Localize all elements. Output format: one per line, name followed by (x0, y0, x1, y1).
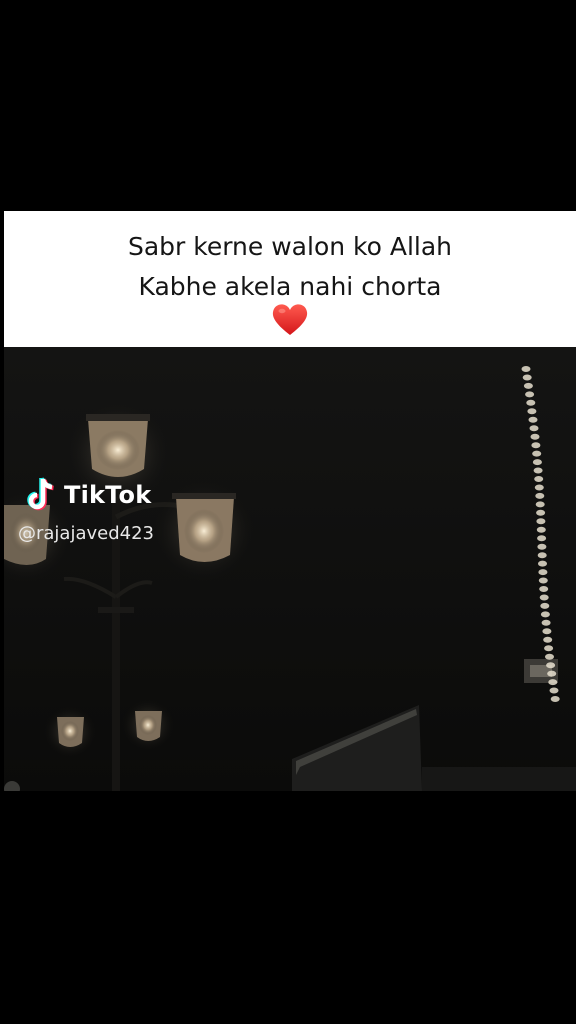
light-bulb (532, 459, 542, 466)
caption-line-1: Sabr kerne walon ko Allah (127, 232, 453, 261)
video-frame[interactable] (4, 347, 576, 791)
light-bulb (538, 577, 548, 584)
light-bulb (525, 391, 535, 398)
tiktok-watermark: TikTok @rajajaved423 (18, 475, 218, 550)
light-bulb (546, 662, 556, 669)
light-bulb (521, 366, 531, 372)
caption-line-2: Kabhe akela nahi chorta (138, 272, 442, 301)
light-bulb (530, 433, 540, 440)
light-bulb (529, 425, 539, 432)
light-bulb (544, 645, 554, 652)
light-bulb (545, 653, 554, 660)
caption-card: Sabr kerne walon ko Allah Kabhe akela na… (4, 211, 576, 347)
light-bulb (538, 560, 547, 567)
light-bulb (535, 492, 545, 499)
light-bulb (536, 509, 546, 516)
bottom-letterbox (0, 791, 576, 1024)
light-bulb (537, 543, 547, 550)
top-letterbox (0, 0, 576, 211)
tiktok-logo-icon (27, 477, 54, 511)
light-bulb (534, 484, 544, 491)
light-bulb (531, 442, 541, 449)
light-bulb (536, 518, 546, 525)
light-bulb (540, 611, 550, 618)
light-bulb (535, 501, 545, 508)
light-bulb (523, 382, 533, 389)
light-bulb (532, 450, 542, 457)
light-bulb (526, 399, 536, 406)
creator-handle: @rajajaved423 (18, 523, 155, 544)
light-bulb (547, 670, 557, 677)
light-bulb (550, 696, 560, 702)
light-bulb (540, 602, 550, 609)
light-bulb (538, 569, 548, 576)
tiktok-brand-label: TikTok (64, 481, 152, 509)
heart-icon (272, 304, 308, 335)
light-bulb (527, 408, 537, 415)
light-bulb (534, 476, 544, 482)
light-bulb (537, 552, 547, 559)
light-bulb (533, 467, 543, 474)
light-bulb (522, 374, 532, 381)
light-bulb (549, 687, 559, 694)
light-bulb (541, 619, 551, 626)
string-lights (521, 366, 560, 702)
light-bulb (536, 526, 546, 533)
light-bulb (537, 535, 547, 542)
light-bulb (539, 594, 549, 601)
light-bulb (548, 679, 558, 686)
light-bulb (528, 416, 538, 423)
light-bulb (539, 586, 549, 592)
light-bulb (542, 628, 552, 635)
light-bulb (543, 636, 553, 643)
